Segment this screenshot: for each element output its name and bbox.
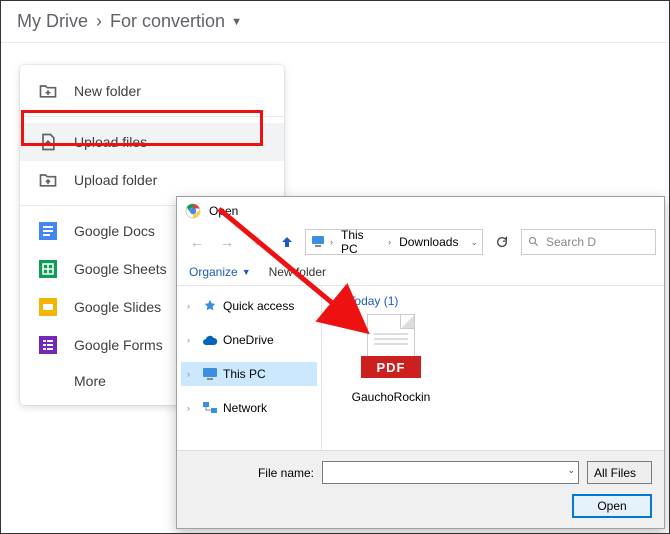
pdf-icon: PDF [361, 314, 421, 386]
group-header[interactable]: ⌄ Today (1) [336, 294, 650, 308]
expand-icon[interactable]: › [187, 369, 197, 379]
search-input[interactable]: Search D [521, 229, 656, 255]
search-placeholder: Search D [546, 235, 596, 249]
breadcrumb-current[interactable]: For convertion ▼ [110, 11, 242, 32]
breadcrumb: My Drive › For convertion ▼ [1, 1, 669, 43]
file-item[interactable]: PDF GauchoRockin [336, 314, 446, 404]
menu-label: Google Forms [74, 337, 163, 353]
tree-label: Network [223, 401, 267, 415]
tree-onedrive[interactable]: › OneDrive [181, 328, 317, 352]
dialog-body: › Quick access › OneDrive › Thi [177, 286, 664, 450]
dropdown-arrow-icon: ▼ [231, 16, 242, 28]
new-folder-icon [38, 81, 58, 101]
menu-label: Google Sheets [74, 261, 167, 277]
dialog-toolbar: Organize ▼ New folder [177, 259, 664, 286]
tree-label: This PC [223, 367, 266, 381]
expand-icon[interactable]: › [187, 403, 197, 413]
google-sheets-icon [38, 259, 58, 279]
dialog-title: Open [209, 204, 238, 218]
tree-network[interactable]: › Network [181, 396, 317, 420]
dropdown-arrow-icon[interactable]: ⌄ [567, 465, 575, 476]
menu-new-folder[interactable]: New folder [20, 72, 284, 110]
tree-label: Quick access [223, 299, 294, 313]
chevron-right-icon[interactable]: › [388, 237, 391, 247]
dropdown-arrow-icon: ▼ [242, 267, 251, 277]
menu-label: Upload folder [74, 172, 157, 188]
refresh-icon[interactable] [489, 229, 515, 255]
menu-label: Upload files [74, 134, 147, 150]
breadcrumb-root[interactable]: My Drive [17, 11, 88, 32]
expand-icon[interactable]: › [187, 301, 197, 311]
expand-icon[interactable]: › [187, 335, 197, 345]
tree-this-pc[interactable]: › This PC [181, 362, 317, 386]
google-slides-icon [38, 297, 58, 317]
google-forms-icon [38, 335, 58, 355]
onedrive-icon [202, 332, 218, 348]
filename-label: File name: [189, 466, 314, 480]
chevron-right-icon: › [96, 11, 102, 32]
file-open-dialog: Open ← → ⌄ › This PC › Downloads ⌄ Searc… [176, 196, 665, 529]
dialog-bottom: File name: ⌄ All Files Open [177, 450, 664, 528]
star-icon [202, 298, 218, 314]
menu-upload-files[interactable]: Upload files [20, 123, 284, 161]
google-docs-icon [38, 221, 58, 241]
chrome-icon [185, 203, 201, 219]
path-seg-thispc[interactable]: This PC [337, 228, 384, 256]
new-folder-button[interactable]: New folder [269, 265, 326, 279]
path-seg-downloads[interactable]: Downloads [395, 235, 462, 249]
menu-label: New folder [74, 83, 141, 99]
dialog-titlebar: Open [177, 197, 664, 225]
chevron-right-icon[interactable]: › [330, 237, 333, 247]
upload-folder-icon [38, 170, 58, 190]
nav-back-icon[interactable]: ← [185, 230, 209, 254]
breadcrumb-current-label: For convertion [110, 11, 225, 32]
menu-separator [20, 116, 284, 117]
address-path[interactable]: › This PC › Downloads ⌄ [305, 229, 483, 255]
menu-label: More [74, 373, 106, 389]
dialog-address-bar: ← → ⌄ › This PC › Downloads ⌄ Search D [177, 225, 664, 259]
tree-label: OneDrive [223, 333, 274, 347]
thispc-icon [310, 233, 326, 252]
nav-tree: › Quick access › OneDrive › Thi [177, 286, 322, 450]
path-dropdown-icon[interactable]: ⌄ [470, 237, 478, 248]
menu-label: Google Docs [74, 223, 155, 239]
search-icon [528, 236, 540, 248]
upload-file-icon [38, 132, 58, 152]
open-button[interactable]: Open [572, 494, 652, 518]
thispc-icon [202, 366, 218, 382]
filename-input[interactable] [322, 461, 579, 484]
nav-forward-icon: → [215, 230, 239, 254]
filetype-combo[interactable]: All Files [587, 461, 652, 484]
chevron-down-icon: ⌄ [336, 296, 344, 307]
network-icon [202, 400, 218, 416]
menu-label: Google Slides [74, 299, 161, 315]
organize-button[interactable]: Organize ▼ [189, 265, 251, 279]
tree-quick-access[interactable]: › Quick access [181, 294, 317, 318]
nav-up-icon[interactable] [275, 230, 299, 254]
file-name: GauchoRockin [352, 390, 431, 404]
file-list[interactable]: ⌄ Today (1) PDF GauchoRockin [322, 286, 664, 450]
menu-upload-folder[interactable]: Upload folder [20, 161, 284, 199]
nav-recent-icon[interactable]: ⌄ [245, 230, 269, 254]
